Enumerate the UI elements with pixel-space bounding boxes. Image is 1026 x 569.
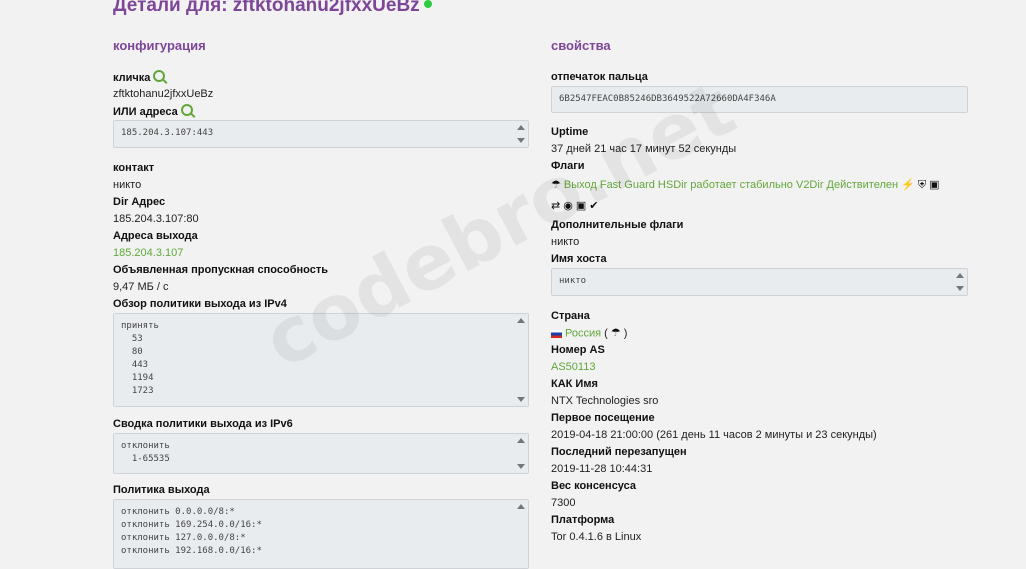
first-seen-label: Первое посещение — [551, 412, 655, 424]
configuration-column: конфигурация кличка zftktohanu2jfxxUeBz … — [113, 36, 529, 569]
dir-address-value: 185.204.3.107:80 — [113, 213, 199, 225]
uptime-label: Uptime — [551, 126, 589, 138]
country-link[interactable]: Россия — [565, 327, 601, 339]
or-address-label: ИЛИ адреса — [113, 103, 529, 120]
page-title-text: Детали для: zftktohanu2jfxxUeBz — [113, 0, 420, 16]
scroll-up-icon[interactable] — [956, 273, 964, 278]
check-circle-icon: ✔ — [589, 200, 599, 212]
as-number-link[interactable]: AS50113 — [551, 359, 968, 376]
exit-address-label: Адреса выхода — [113, 230, 198, 242]
scroll-down-icon[interactable] — [517, 464, 525, 469]
flags-icons-row: ⇄ ◉ ▣ ✔ — [551, 196, 968, 217]
extra-flags-label: Дополнительные флаги — [551, 219, 684, 231]
properties-column: свойства отпечаток пальца 6B2547FEAC0B85… — [551, 36, 968, 546]
search-icon[interactable] — [153, 70, 166, 82]
scroll-down-icon[interactable] — [517, 138, 525, 143]
exit-icon: ☂ — [551, 179, 561, 191]
scroll-up-icon[interactable] — [517, 125, 525, 130]
properties-section-title: свойства — [551, 38, 611, 53]
storage-icon: ▣ — [575, 200, 587, 212]
ipv6-policy-label: Сводка политики выхода из IPv6 — [113, 418, 293, 430]
fingerprint-text: 6B2547FEAC0B85246DB3649522A72660DA4F346A — [559, 94, 776, 104]
exit-policy-label: Политика выхода — [113, 484, 210, 496]
swap-icon: ⇄ — [551, 200, 561, 212]
russia-flag-icon — [551, 329, 562, 338]
ipv4-policy-text: принять 53 80 443 1194 1723 — [121, 321, 159, 396]
ipv4-policy-textarea[interactable]: принять 53 80 443 1194 1723 — [113, 313, 529, 407]
country-label: Страна — [551, 310, 590, 322]
scroll-up-icon[interactable] — [517, 318, 525, 323]
scroll-down-icon[interactable] — [517, 397, 525, 402]
scroll-up-icon[interactable] — [517, 438, 525, 443]
textarea-scrollbar[interactable] — [517, 316, 525, 404]
lightning-icon: ⚡ — [901, 179, 915, 191]
as-name-value: NTX Technologies sro — [551, 395, 659, 407]
nickname-label-text: кличка — [113, 72, 151, 84]
hostname-label: Имя хоста — [551, 253, 607, 265]
first-seen-value: 2019-04-18 21:00:00 (261 день 11 часов 2… — [551, 429, 877, 441]
bandwidth-value: 9,47 МБ / с — [113, 281, 169, 293]
flags-row: ☂ Выход Fast Guard HSDir работает стабиль… — [551, 175, 968, 196]
textarea-scrollbar[interactable] — [956, 271, 964, 293]
exit-address-link[interactable]: 185.204.3.107 — [113, 245, 529, 262]
hostname-text: никто — [559, 276, 587, 286]
as-number-label: Номер AS — [551, 344, 605, 356]
or-address-label-text: ИЛИ адреса — [113, 106, 178, 118]
flags-text[interactable]: Выход Fast Guard HSDir работает стабильн… — [564, 179, 898, 191]
configuration-section-title: конфигурация — [113, 38, 206, 53]
online-status-dot — [423, 0, 432, 8]
fingerprint-field[interactable]: 6B2547FEAC0B85246DB3649522A72660DA4F346A — [551, 86, 968, 113]
country-paren-open: ( — [601, 327, 611, 340]
uptime-value: 37 дней 21 час 17 минут 52 секунды — [551, 143, 737, 155]
fingerprint-label: отпечаток пальца — [551, 71, 648, 83]
or-address-text: 185.204.3.107:443 — [121, 128, 214, 138]
as-name-label: КАК Имя — [551, 378, 598, 390]
search-icon[interactable] — [180, 104, 193, 116]
scroll-down-icon[interactable] — [956, 286, 964, 291]
last-restart-value: 2019-11-28 10:44:31 — [551, 463, 653, 475]
record-icon: ◉ — [563, 200, 573, 212]
textarea-scrollbar[interactable] — [517, 436, 525, 471]
country-paren-close: ) — [620, 327, 628, 340]
textarea-scrollbar[interactable] — [517, 502, 525, 566]
exit-icon: ☂ — [610, 327, 621, 339]
dir-address-label: Dir Адрес — [113, 196, 166, 208]
platform-value: Tor 0.4.1.6 в Linux — [551, 531, 642, 543]
contact-label: контакт — [113, 162, 155, 174]
consensus-weight-value: 7300 — [551, 497, 576, 509]
bandwidth-label: Объявленная пропускная способность — [113, 264, 328, 276]
exit-policy-textarea[interactable]: отклонить 0.0.0.0/8:* отклонить 169.254.… — [113, 499, 529, 569]
sd-card-icon: ▣ — [929, 179, 940, 191]
country-value: Россия ( ☂ ) — [551, 325, 968, 342]
page-title: Детали для: zftktohanu2jfxxUeBz — [113, 0, 432, 18]
nickname-label: кличка — [113, 69, 529, 86]
consensus-weight-label: Вес консенсуса — [551, 480, 637, 492]
ipv6-policy-textarea[interactable]: отклонить 1-65535 — [113, 433, 529, 474]
ipv4-policy-label: Обзор политики выхода из IPv4 — [113, 298, 287, 310]
scroll-up-icon[interactable] — [517, 504, 525, 509]
platform-label: Платформа — [551, 514, 615, 526]
exit-policy-text: отклонить 0.0.0.0/8:* отклонить 169.254.… — [121, 507, 262, 556]
last-restart-label: Последний перезапущен — [551, 446, 687, 458]
ipv6-policy-text: отклонить 1-65535 — [121, 441, 170, 464]
nickname-value: zftktohanu2jfxxUeBz — [113, 88, 214, 100]
contact-value: никто — [113, 179, 142, 191]
flags-label: Флаги — [551, 160, 585, 172]
textarea-scrollbar[interactable] — [517, 123, 525, 145]
hostname-textarea[interactable]: никто — [551, 268, 968, 296]
or-address-textarea[interactable]: 185.204.3.107:443 — [113, 120, 529, 148]
shield-icon: ⛨ — [917, 179, 927, 191]
extra-flags-value: никто — [551, 236, 580, 248]
